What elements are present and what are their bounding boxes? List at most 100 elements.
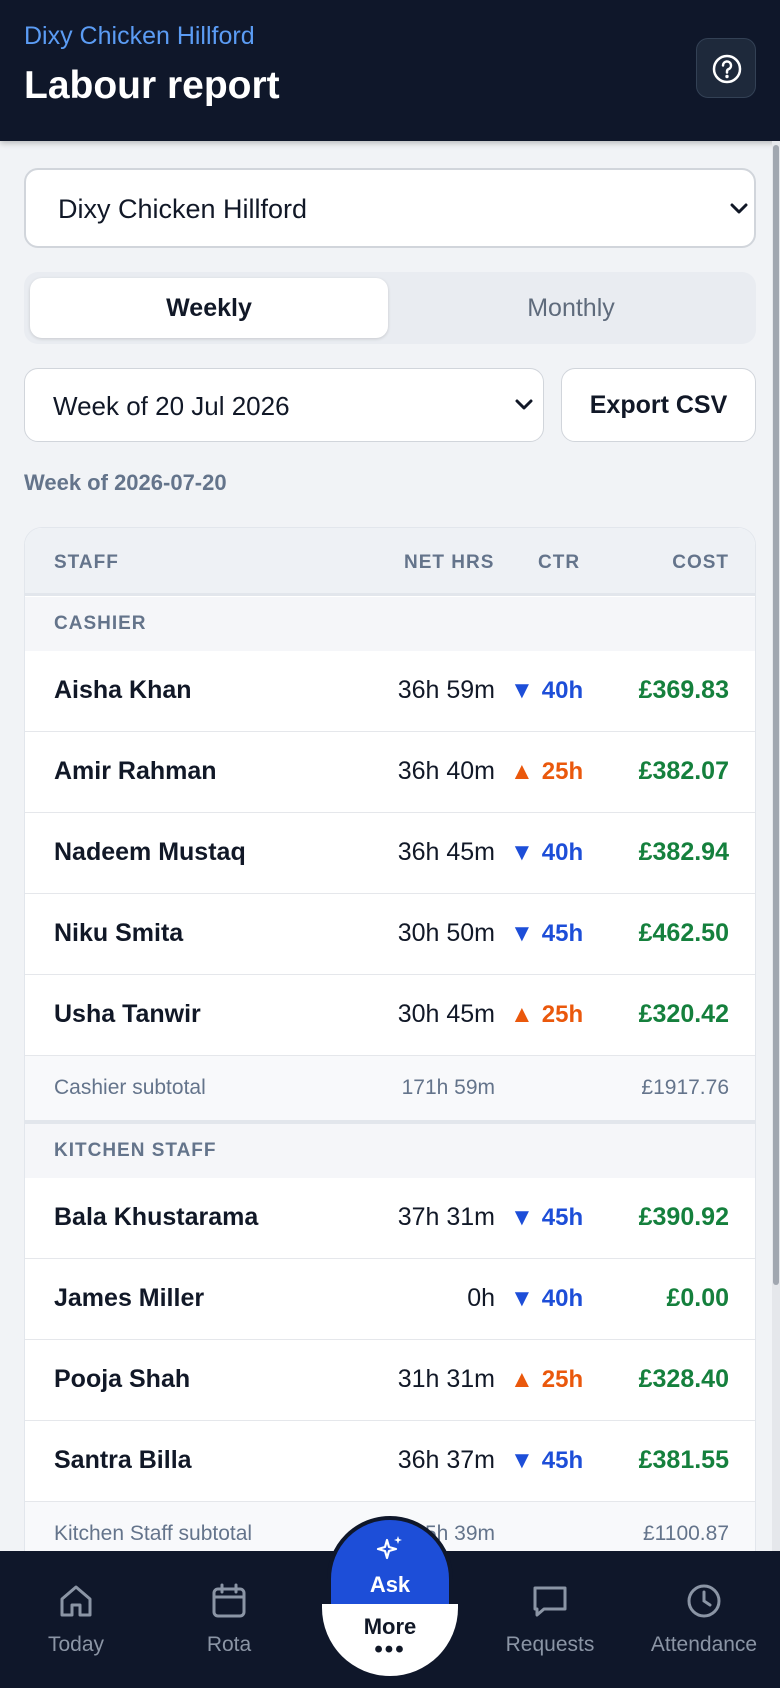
table-row[interactable]: Niku Smita 30h 50m ▼ 45h £462.50 <box>25 894 755 975</box>
net-hours: 37h 31m <box>397 1203 495 1231</box>
table-row[interactable]: Usha Tanwir 30h 45m ▲ 25h £320.42 <box>25 975 755 1056</box>
scrollbar-thumb[interactable] <box>773 145 779 1285</box>
week-select[interactable]: Week of 20 Jul 2026 <box>24 368 544 442</box>
col-net-hrs: NET HRS <box>404 552 495 573</box>
nav-label: Today <box>47 1633 105 1656</box>
week-heading: Week of 2026-07-20 <box>24 470 227 495</box>
venue-select-value: Dixy Chicken Hillford <box>58 194 308 224</box>
nav-requests[interactable]: Requests <box>480 1581 620 1657</box>
net-hours: 30h 45m <box>397 1000 495 1028</box>
page-title: Labour report <box>24 64 280 107</box>
col-ctr: CTR <box>538 552 581 573</box>
contract-hours: ▲ 25h <box>510 1366 584 1393</box>
subtotal-row: Cashier subtotal 171h 59m £1917.76 <box>25 1056 755 1120</box>
net-hours: 0h <box>467 1284 495 1312</box>
home-icon <box>60 1585 92 1617</box>
triangle-down-icon: ▼ <box>510 1447 534 1474</box>
ask-label: Ask <box>369 1572 411 1597</box>
export-csv-button[interactable]: Export CSV <box>561 368 756 442</box>
contract-hours: ▲ 25h <box>510 1001 584 1028</box>
cost-value: £382.07 <box>638 757 729 785</box>
triangle-down-icon: ▼ <box>510 677 534 704</box>
cost-value: £320.42 <box>638 1000 729 1028</box>
triangle-down-icon: ▼ <box>510 920 534 947</box>
table-row[interactable]: Bala Khustarama 37h 31m ▼ 45h £390.92 <box>25 1178 755 1259</box>
staff-name: Aisha Khan <box>54 676 192 704</box>
nav-label: Requests <box>505 1633 595 1656</box>
staff-name: Usha Tanwir <box>54 1000 201 1028</box>
contract-hours: ▼ 40h <box>510 1285 584 1312</box>
staff-name: Nadeem Mustaq <box>54 838 246 866</box>
nav-today[interactable]: Today <box>6 1581 146 1657</box>
chevron-down-icon <box>515 399 533 410</box>
staff-name: Santra Billa <box>54 1446 192 1474</box>
header-venue-name[interactable]: Dixy Chicken Hillford <box>24 22 255 51</box>
nav-label: Attendance <box>650 1633 758 1656</box>
triangle-down-icon: ▼ <box>510 1204 534 1231</box>
subtotal-label: Cashier subtotal <box>54 1076 206 1099</box>
net-hours: 36h 40m <box>397 757 495 785</box>
contract-hours: ▼ 45h <box>510 1447 584 1474</box>
staff-name: Bala Khustarama <box>54 1203 259 1231</box>
group-header-kitchen: KITCHEN STAFF <box>25 1124 755 1178</box>
table-row[interactable]: James Miller 0h ▼ 40h £0.00 <box>25 1259 755 1340</box>
table-row[interactable]: Pooja Shah 31h 31m ▲ 25h £328.40 <box>25 1340 755 1421</box>
net-hours: 30h 50m <box>397 919 495 947</box>
tab-monthly[interactable]: Monthly <box>392 278 750 338</box>
triangle-up-icon: ▲ <box>510 1366 534 1393</box>
staff-name: Pooja Shah <box>54 1365 191 1393</box>
contract-hours: ▼ 40h <box>510 677 584 704</box>
cost-value: £390.92 <box>638 1203 729 1231</box>
triangle-up-icon: ▲ <box>510 1001 534 1028</box>
triangle-down-icon: ▼ <box>510 839 534 866</box>
net-hours: 36h 37m <box>397 1446 495 1474</box>
contract-hours: ▼ 45h <box>510 920 584 947</box>
week-select-value: Week of 20 Jul 2026 <box>53 391 290 421</box>
cost-value: £369.83 <box>638 676 729 704</box>
clock-icon <box>687 1584 721 1618</box>
chat-icon <box>533 1586 567 1617</box>
contract-hours: ▲ 25h <box>510 758 584 785</box>
staff-name: Niku Smita <box>54 919 184 947</box>
cost-value: £462.50 <box>638 919 729 947</box>
nav-attendance[interactable]: Attendance <box>634 1581 774 1657</box>
venue-select[interactable]: Dixy Chicken Hillford <box>24 168 756 248</box>
cost-value: £382.94 <box>638 838 729 866</box>
cost-value: £328.40 <box>638 1365 729 1393</box>
contract-hours: ▼ 40h <box>510 839 584 866</box>
table-header: STAFF NET HRS CTR COST <box>25 528 755 596</box>
cost-value: £0.00 <box>666 1284 729 1312</box>
net-hours: 36h 59m <box>397 676 495 704</box>
net-hours: 36h 45m <box>397 838 495 866</box>
app-header: Dixy Chicken Hillford Labour report <box>0 0 780 141</box>
chevron-down-icon <box>730 203 748 214</box>
period-toggle: Weekly Monthly <box>24 272 756 344</box>
col-cost: COST <box>672 552 729 573</box>
subtotal-cost: £1917.76 <box>641 1076 729 1099</box>
subtotal-label: Kitchen Staff subtotal <box>54 1522 253 1545</box>
contract-hours: ▼ 45h <box>510 1204 584 1231</box>
triangle-up-icon: ▲ <box>510 758 534 785</box>
staff-name: Amir Rahman <box>54 757 217 785</box>
table-row[interactable]: Santra Billa 36h 37m ▼ 45h £381.55 <box>25 1421 755 1502</box>
staff-name: James Miller <box>54 1284 205 1312</box>
triangle-down-icon: ▼ <box>510 1285 534 1312</box>
col-staff: STAFF <box>54 552 119 573</box>
cost-value: £381.55 <box>638 1446 729 1474</box>
calendar-icon <box>212 1583 246 1618</box>
tab-weekly[interactable]: Weekly <box>30 278 388 338</box>
table-row[interactable]: Aisha Khan 36h 59m ▼ 40h £369.83 <box>25 651 755 732</box>
table-row[interactable]: Nadeem Mustaq 36h 45m ▼ 40h £382.94 <box>25 813 755 894</box>
group-header-cashier: CASHIER <box>25 597 755 651</box>
table-row[interactable]: Amir Rahman 36h 40m ▲ 25h £382.07 <box>25 732 755 813</box>
group-title: CASHIER <box>54 613 147 634</box>
net-hours: 31h 31m <box>397 1365 495 1393</box>
group-title: KITCHEN STAFF <box>54 1140 217 1161</box>
subtotal-hours: 171h 59m <box>401 1076 495 1099</box>
nav-rota[interactable]: Rota <box>159 1581 299 1657</box>
labour-table: STAFF NET HRS CTR COST CASHIER Aisha Kha… <box>24 527 756 1627</box>
help-button[interactable] <box>696 38 756 98</box>
nav-label: Rota <box>206 1633 252 1656</box>
subtotal-cost: £1100.87 <box>642 1522 729 1545</box>
sparkle-icon <box>376 1536 402 1560</box>
